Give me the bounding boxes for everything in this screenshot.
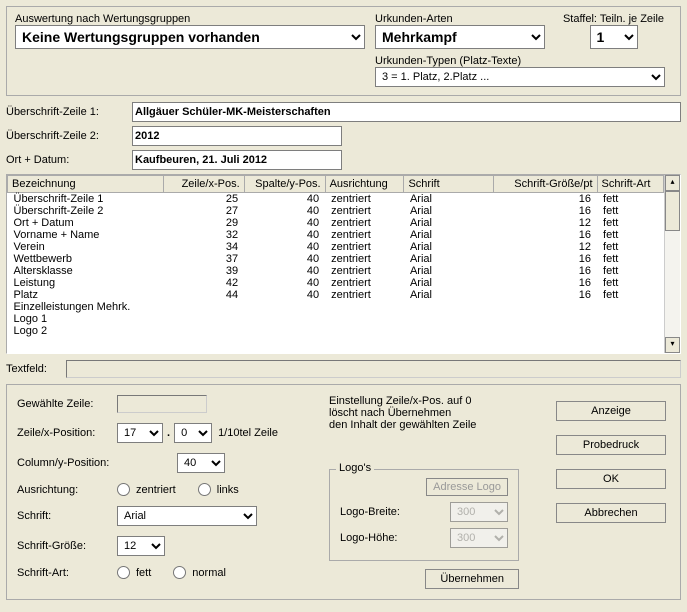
scroll-down-icon[interactable]: ▾ — [665, 337, 680, 353]
table-row[interactable]: Logo 1 — [8, 313, 664, 325]
col-header[interactable]: Schrift — [404, 176, 493, 193]
ort-input[interactable] — [132, 150, 342, 170]
table-row[interactable]: Verein3440zentriertArial12fett — [8, 241, 664, 253]
gewaehlte-label: Gewählte Zeile: — [17, 398, 117, 410]
zeile-label: Zeile/x-Position: — [17, 427, 117, 439]
logo-breite-select: 300 — [450, 502, 508, 522]
staffel-label: Staffel: Teiln. je Zeile — [555, 13, 672, 25]
table-row[interactable]: Altersklasse3940zentriertArial16fett — [8, 265, 664, 277]
table-row[interactable]: Logo 2 — [8, 325, 664, 337]
bottom-group: Gewählte Zeile: Zeile/x-Position: 17 . 0… — [6, 384, 681, 600]
table-row[interactable]: Platz4440zentriertArial16fett — [8, 289, 664, 301]
einstellung-text2: löscht nach Übernehmen — [329, 407, 519, 419]
schrift-art-normal[interactable]: normal — [173, 566, 226, 579]
u2-label: Überschrift-Zeile 2: — [6, 130, 132, 142]
table-row[interactable]: Ort + Datum2940zentriertArial12fett — [8, 217, 664, 229]
col-header[interactable]: Zeile/x-Pos. — [163, 176, 244, 193]
top-group: Auswertung nach Wertungsgruppen Keine We… — [6, 6, 681, 96]
logo-breite-label: Logo-Breite: — [340, 506, 400, 518]
table-row[interactable]: Leistung4240zentriertArial16fett — [8, 277, 664, 289]
urkunden-arten-label: Urkunden-Arten — [375, 13, 545, 25]
schrift-groesse-select[interactable]: 12 — [117, 536, 165, 556]
table-row[interactable]: Überschrift-Zeile 12540zentriertArial16f… — [8, 193, 664, 206]
einstellung-text1: Einstellung Zeile/x-Pos. auf 0 — [329, 395, 519, 407]
schrift-art-label: Schrift-Art: — [17, 567, 117, 579]
probedruck-button[interactable]: Probedruck — [556, 435, 666, 455]
u1-input[interactable] — [132, 102, 681, 122]
urkunden-typen-label: Urkunden-Typen (Platz-Texte) — [375, 55, 665, 67]
logo-group-title: Logo's — [336, 462, 374, 474]
schrift-art-fett[interactable]: fett — [117, 566, 151, 579]
col-header[interactable]: Schrift-Größe/pt — [493, 176, 597, 193]
layout-table[interactable]: BezeichnungZeile/x-Pos.Spalte/y-Pos.Ausr… — [7, 175, 664, 337]
table-row[interactable]: Einzelleistungen Mehrk. — [8, 301, 664, 313]
abbrechen-button[interactable]: Abbrechen — [556, 503, 666, 523]
ausrichtung-links[interactable]: links — [198, 483, 239, 496]
table-scrollbar[interactable]: ▴ ▾ — [664, 175, 680, 353]
ausrichtung-zentriert[interactable]: zentriert — [117, 483, 176, 496]
ort-label: Ort + Datum: — [6, 154, 132, 166]
table-row[interactable]: Wettbewerb3740zentriertArial16fett — [8, 253, 664, 265]
col-select[interactable]: 40 — [177, 453, 225, 473]
col-header[interactable]: Spalte/y-Pos. — [244, 176, 325, 193]
einstellung-text3: den Inhalt der gewählten Zeile — [329, 419, 519, 431]
urkunden-arten-select[interactable]: Mehrkampf — [375, 25, 545, 49]
logo-group: Logo's Adresse Logo Logo-Breite: 300 Log… — [329, 469, 519, 561]
ausrichtung-label: Ausrichtung: — [17, 484, 117, 496]
zeile-sep: . — [167, 427, 170, 439]
zeile-suffix: 1/10tel Zeile — [218, 427, 278, 439]
u2-input[interactable] — [132, 126, 342, 146]
zeile-select2[interactable]: 0 — [174, 423, 212, 443]
col-header[interactable]: Ausrichtung — [325, 176, 404, 193]
col-label: Column/y-Position: — [17, 457, 117, 469]
urkunden-typen-select[interactable]: 3 = 1. Platz, 2.Platz ... — [375, 67, 665, 87]
adresse-logo-button: Adresse Logo — [426, 478, 508, 496]
uebernehmen-button[interactable]: Übernehmen — [425, 569, 519, 589]
zeile-select1[interactable]: 17 — [117, 423, 163, 443]
layout-table-wrap: BezeichnungZeile/x-Pos.Spalte/y-Pos.Ausr… — [6, 174, 681, 354]
logo-hoehe-select: 300 — [450, 528, 508, 548]
schrift-select[interactable]: Arial — [117, 506, 257, 526]
textfeld-display — [66, 360, 681, 378]
scroll-up-icon[interactable]: ▴ — [665, 175, 680, 191]
auswertung-select[interactable]: Keine Wertungsgruppen vorhanden — [15, 25, 365, 49]
col-header[interactable]: Schrift-Art — [597, 176, 663, 193]
textfeld-label: Textfeld: — [6, 363, 66, 375]
gewaehlte-display — [117, 395, 207, 413]
auswertung-label: Auswertung nach Wertungsgruppen — [15, 13, 365, 25]
anzeige-button[interactable]: Anzeige — [556, 401, 666, 421]
staffel-select[interactable]: 1 — [590, 25, 638, 49]
scroll-thumb[interactable] — [665, 191, 680, 231]
logo-hoehe-label: Logo-Höhe: — [340, 532, 398, 544]
schrift-label: Schrift: — [17, 510, 117, 522]
ok-button[interactable]: OK — [556, 469, 666, 489]
schrift-groesse-label: Schrift-Größe: — [17, 540, 117, 552]
u1-label: Überschrift-Zeile 1: — [6, 106, 132, 118]
table-row[interactable]: Überschrift-Zeile 22740zentriertArial16f… — [8, 205, 664, 217]
table-row[interactable]: Vorname + Name3240zentriertArial16fett — [8, 229, 664, 241]
col-header[interactable]: Bezeichnung — [8, 176, 164, 193]
